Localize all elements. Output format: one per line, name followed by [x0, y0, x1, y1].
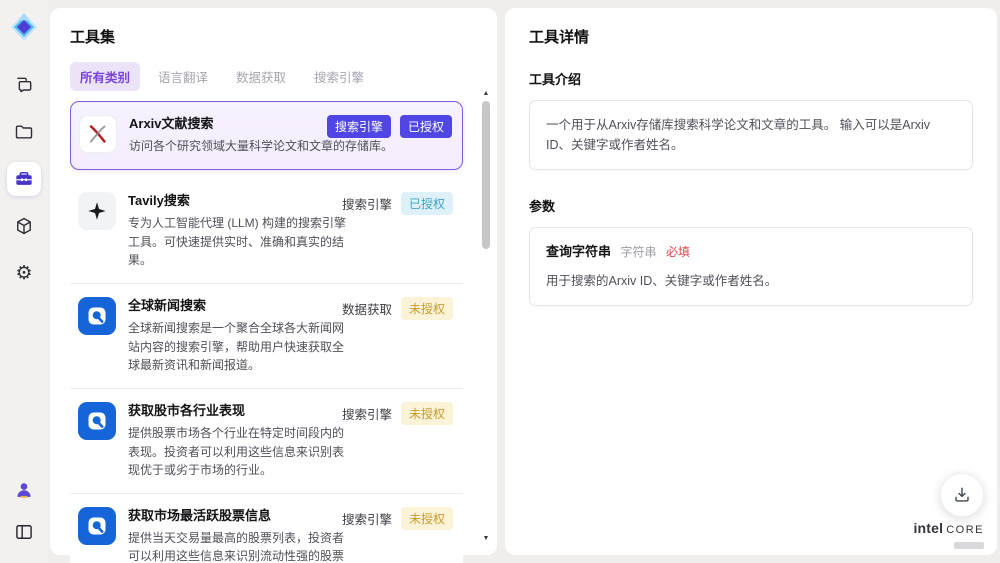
- scrollbar-thumb[interactable]: [482, 101, 490, 249]
- toolset-panel: 工具集 所有类别 语言翻译 数据获取 搜索引擎 Arxiv文献搜索 访问各个研究领域大量…: [50, 8, 497, 563]
- tool-list: Arxiv文献搜索 访问各个研究领域大量科学论文和文章的存储库。 搜索引擎 已授权 Ta…: [70, 101, 477, 563]
- tavily-icon: [78, 191, 116, 230]
- status-badge: 已授权: [399, 115, 452, 138]
- category-badge: 数据获取: [341, 302, 392, 317]
- tab-0[interactable]: 所有类别: [70, 62, 141, 91]
- scroll-up-icon[interactable]: ▲: [481, 90, 491, 98]
- arxiv-icon: [79, 115, 117, 153]
- tool-card-2[interactable]: 全球新闻搜索 全球新闻搜索是一个聚合全球各大新闻网站内容的搜索引擎，帮助用户快速获…: [70, 283, 463, 389]
- intel-core-logo: intel CORE: [913, 521, 984, 553]
- tool-tags: 搜索引擎 已授权: [341, 191, 453, 215]
- tool-intro-box: 一个用于从Arxiv存储库搜索科学论文和文章的工具。 输入可以是Arxiv ID…: [529, 100, 973, 170]
- status-badge: 已授权: [400, 191, 453, 215]
- tool-tags: 数据获取 未授权: [341, 296, 453, 320]
- status-badge: 未授权: [400, 296, 453, 320]
- param-name: 查询字符串: [546, 244, 612, 259]
- param-desc: 用于搜索的Arxiv ID、关键字或作者姓名。: [546, 273, 778, 288]
- param-required-flag: 必填: [666, 245, 691, 259]
- app-sidebar: ⚙: [0, 0, 48, 563]
- chat-icon[interactable]: [7, 68, 41, 102]
- app-logo-icon: [9, 12, 39, 42]
- sidebar-bottom: [7, 473, 41, 549]
- category-badge: 搜索引擎: [341, 197, 392, 212]
- tool-card-1[interactable]: Tavily搜索 专为人工智能代理 (LLM) 构建的搜索引擎工具。可快速提供实时…: [70, 178, 463, 284]
- settings-gear-icon[interactable]: ⚙: [7, 256, 41, 290]
- tool-card-0[interactable]: Arxiv文献搜索 访问各个研究领域大量科学论文和文章的存储库。 搜索引擎 已授权: [70, 101, 463, 170]
- status-badge: 未授权: [400, 401, 453, 425]
- tool-description: 全球新闻搜索是一个聚合全球各大新闻网站内容的搜索引擎，帮助用户快速获取全球最新资…: [128, 320, 345, 373]
- tool-intro-title: 工具介绍: [529, 72, 582, 87]
- intel-wordmark: intel: [913, 520, 944, 536]
- scroll-down-icon[interactable]: ▼: [481, 535, 491, 543]
- status-badge: 未授权: [400, 506, 453, 530]
- tab-3[interactable]: 搜索引擎: [304, 62, 374, 91]
- package-icon[interactable]: [7, 209, 41, 243]
- tool-card-4[interactable]: 获取市场最活跃股票信息 提供当天交易量最高的股票列表，投资者可以利用这些信息来识别…: [70, 493, 463, 563]
- category-badge: 搜索引擎: [341, 407, 392, 422]
- param-header: 查询字符串 字符串 必填: [546, 242, 956, 263]
- download-icon: [955, 487, 969, 502]
- category-tabs: 所有类别 语言翻译 数据获取 搜索引擎: [70, 62, 477, 91]
- tool-list-scrollbar[interactable]: ▲ ▼: [481, 90, 491, 543]
- panel-toggle-icon[interactable]: [7, 515, 41, 549]
- tool-details-title: 工具详情: [529, 29, 590, 46]
- tab-1[interactable]: 语言翻译: [148, 62, 218, 91]
- core-wordmark: CORE: [946, 524, 984, 536]
- category-badge: 搜索引擎: [326, 115, 391, 138]
- user-avatar-icon[interactable]: [7, 473, 41, 507]
- bluequery-icon: [78, 401, 116, 440]
- toolset-title: 工具集: [70, 29, 116, 46]
- tool-description: 访问各个研究领域大量科学论文和文章的存储库。: [129, 139, 394, 154]
- params-title: 参数: [529, 199, 556, 214]
- tool-card-3[interactable]: 获取股市各行业表现 提供股票市场各个行业在特定时间段内的表现。投资者可以利用这些信…: [70, 388, 463, 494]
- tool-description: 提供当天交易量最高的股票列表，投资者可以利用这些信息来识别流动性强的股票和潜在的…: [128, 530, 345, 563]
- tool-tags: 搜索引擎 未授权: [341, 506, 453, 530]
- tool-description: 提供股票市场各个行业在特定时间段内的表现。投资者可以利用这些信息来识别表现优于或…: [128, 425, 345, 478]
- bluequery-icon: [78, 506, 116, 545]
- tool-tags: 搜索引擎 已授权: [326, 115, 452, 138]
- tool-tags: 搜索引擎 未授权: [341, 401, 453, 425]
- tool-description: 专为人工智能代理 (LLM) 构建的搜索引擎工具。可快速提供实时、准确和真实的结…: [128, 215, 347, 268]
- toolbox-icon[interactable]: [7, 162, 41, 196]
- category-badge: 搜索引擎: [341, 512, 392, 527]
- intel-sub-badge: [954, 542, 984, 549]
- tab-2[interactable]: 数据获取: [226, 62, 296, 91]
- param-box: 查询字符串 字符串 必填 用于搜索的Arxiv ID、关键字或作者姓名。: [529, 227, 973, 306]
- sidebar-nav: ⚙: [7, 68, 41, 290]
- param-type: 字符串: [620, 245, 657, 259]
- folder-icon[interactable]: [7, 115, 41, 149]
- tool-details-panel: 工具详情 工具介绍 一个用于从Arxiv存储库搜索科学论文和文章的工具。 输入可…: [505, 8, 997, 555]
- download-button[interactable]: [940, 473, 984, 517]
- bluequery-icon: [78, 296, 116, 335]
